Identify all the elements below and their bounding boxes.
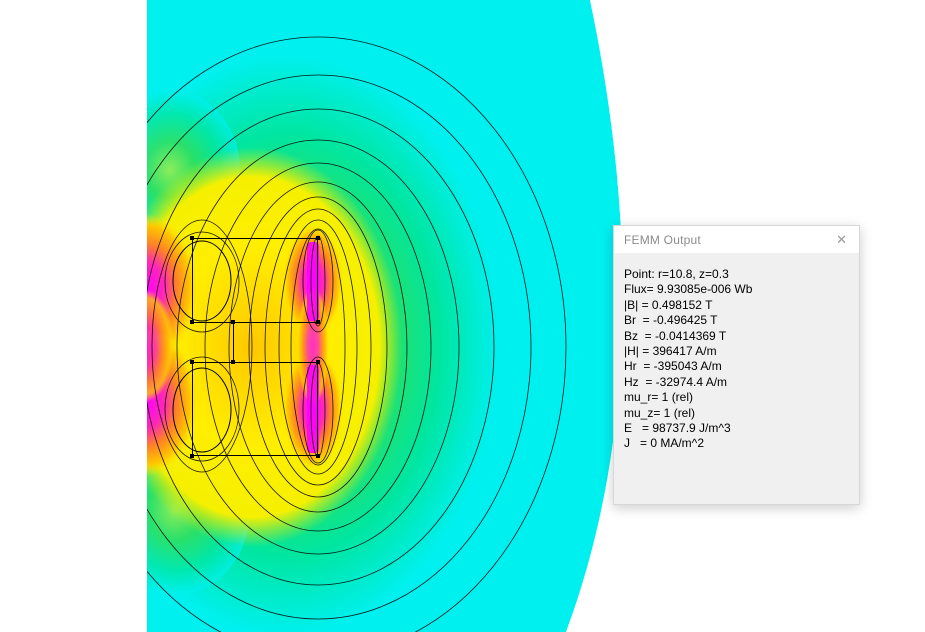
output-panel: Point: r=10.8, z=0.3 Flux= 9.93085e-006 … [614, 253, 859, 452]
femm-output-window: FEMM Output ✕ Point: r=10.8, z=0.3 Flux=… [613, 225, 860, 505]
output-line-point: Point: r=10.8, z=0.3 [624, 267, 729, 281]
titlebar[interactable]: FEMM Output ✕ [614, 226, 859, 253]
output-line-flux: Flux= 9.93085e-006 Wb [624, 282, 753, 297]
output-line-j: J = 0 MA/m^2 [624, 436, 704, 451]
output-line-mur: mu_r= 1 (rel) [624, 390, 694, 405]
output-line-e: E = 98737.9 J/m^3 [624, 421, 731, 436]
output-line-hr: Hr = -395043 A/m [624, 359, 722, 374]
output-line-hz: Hz = -32974.4 A/m [624, 374, 728, 389]
output-line-hmag: |H| = 396417 A/m [624, 344, 717, 359]
output-line-br: Br = -0.496425 T [624, 313, 718, 328]
femm-app-canvas: FEMM Output ✕ Point: r=10.8, z=0.3 Flux=… [0, 0, 925, 632]
output-line-muz: mu_z= 1 (rel) [624, 405, 696, 420]
output-line-bz: Bz = -0.0414369 T [624, 328, 727, 343]
window-title: FEMM Output [624, 232, 701, 247]
close-icon[interactable]: ✕ [832, 231, 851, 248]
output-line-bmag: |B| = 0.498152 T [624, 297, 713, 312]
